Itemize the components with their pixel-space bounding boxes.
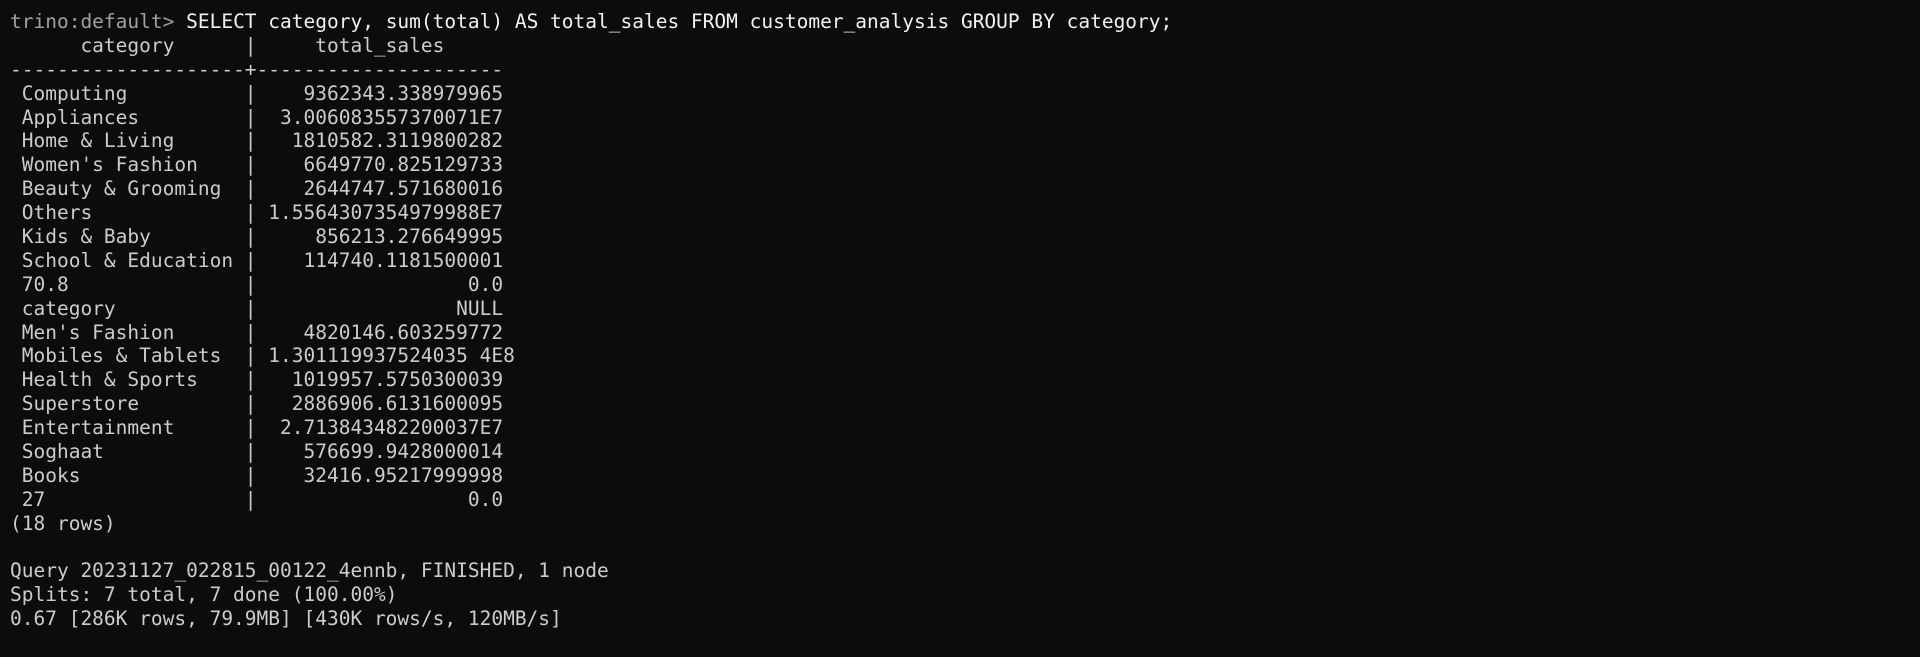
table-row: Books | 32416.95217999998 [10, 463, 504, 487]
table-row: category | NULL [10, 296, 504, 320]
table-header: category | total_sales [10, 33, 504, 57]
table-row: Superstore | 2886906.6131600095 [10, 392, 504, 416]
table-row: 27 | 0.0 [10, 487, 504, 511]
throughput-stats: 0.67 [286K rows, 79.9MB] [430K rows/s, 1… [10, 607, 562, 631]
prompt-line: trino:default> SELECT category, sum(tota… [10, 10, 1920, 34]
table-separator: --------------------+-------------------… [10, 57, 504, 81]
table-row: Beauty & Grooming | 2644747.571680016 [10, 177, 504, 201]
result-rows: Computing | 9362343.338979965 Appliances… [10, 82, 1920, 512]
table-row: Men's Fashion | 4820146.603259772 [10, 320, 504, 344]
table-row: School & Education | 114740.1181500001 [10, 248, 504, 272]
table-row: Soghaat | 576699.9428000014 [10, 440, 504, 464]
table-row: Kids & Baby | 856213.276649995 [10, 225, 504, 249]
shell-prompt: trino:default> [10, 10, 187, 33]
table-row: Mobiles & Tablets | 1.301119937524035 4E… [10, 344, 515, 368]
table-row: Appliances | 3.006083557370071E7 [10, 105, 504, 129]
table-row: Others | 1.5564307354979988E7 [10, 201, 504, 225]
table-row: Home & Living | 1810582.3119800282 [10, 129, 504, 153]
sql-command: SELECT category, sum(total) AS total_sal… [186, 10, 1173, 33]
splits-status: Splits: 7 total, 7 done (100.00%) [10, 583, 398, 607]
table-row: Women's Fashion | 6649770.825129733 [10, 153, 504, 177]
terminal-window[interactable]: trino:default> SELECT category, sum(tota… [0, 10, 1920, 657]
table-row: Health & Sports | 1019957.5750300039 [10, 368, 504, 392]
table-row: Entertainment | 2.713843482200037E7 [10, 416, 504, 440]
table-row: Computing | 9362343.338979965 [10, 81, 504, 105]
table-row: 70.8 | 0.0 [10, 272, 504, 296]
row-count: (18 rows) [10, 511, 116, 535]
query-status: Query 20231127_022815_00122_4ennb, FINIS… [10, 559, 609, 583]
